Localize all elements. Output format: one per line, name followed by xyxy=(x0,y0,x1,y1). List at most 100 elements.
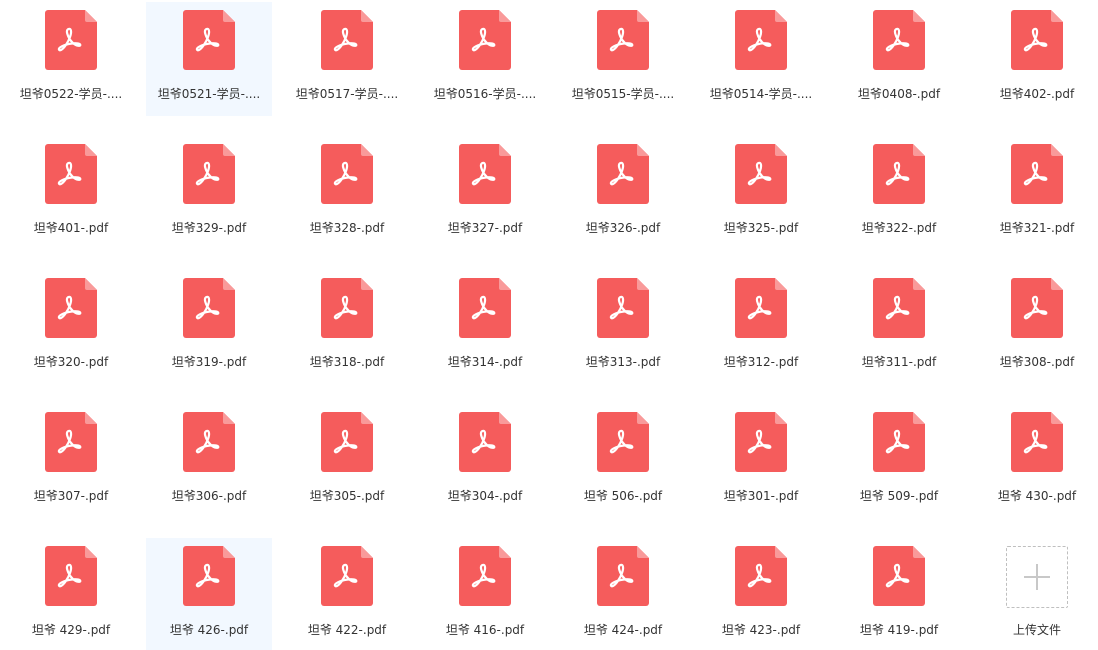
file-name: 坦爷0515-学员-.... xyxy=(571,87,675,101)
pdf-file-icon xyxy=(597,412,649,472)
pdf-file-icon xyxy=(873,144,925,204)
file-tile[interactable]: 坦爷328-.pdf xyxy=(284,136,410,250)
upload-file-button[interactable]: 上传文件 xyxy=(974,538,1098,650)
file-name: 坦爷 430-.pdf xyxy=(997,489,1077,503)
file-name: 坦爷0522-学员-.... xyxy=(19,87,123,101)
pdf-file-icon xyxy=(45,144,97,204)
file-name: 坦爷304-.pdf xyxy=(447,489,523,503)
pdf-file-icon xyxy=(45,546,97,606)
pdf-file-icon xyxy=(873,278,925,338)
file-name: 坦爷329-.pdf xyxy=(171,221,247,235)
pdf-file-icon xyxy=(183,10,235,70)
file-tile[interactable]: 坦爷 416-.pdf xyxy=(422,538,548,650)
pdf-file-icon xyxy=(1011,412,1063,472)
upload-drop-box[interactable] xyxy=(1006,546,1068,608)
file-name: 坦爷328-.pdf xyxy=(309,221,385,235)
file-name: 坦爷0516-学员-.... xyxy=(433,87,537,101)
file-tile[interactable]: 坦爷0515-学员-.... xyxy=(560,2,686,116)
file-tile[interactable]: 坦爷313-.pdf xyxy=(560,270,686,384)
pdf-file-icon xyxy=(321,546,373,606)
file-tile[interactable]: 坦爷0521-学员-.... xyxy=(146,2,272,116)
pdf-file-icon xyxy=(459,144,511,204)
file-tile[interactable]: 坦爷 424-.pdf xyxy=(560,538,686,650)
file-tile[interactable]: 坦爷314-.pdf xyxy=(422,270,548,384)
file-tile[interactable]: 坦爷 423-.pdf xyxy=(698,538,824,650)
file-tile[interactable]: 坦爷329-.pdf xyxy=(146,136,272,250)
pdf-file-icon xyxy=(321,412,373,472)
file-tile[interactable]: 坦爷320-.pdf xyxy=(8,270,134,384)
file-tile[interactable]: 坦爷321-.pdf xyxy=(974,136,1098,250)
file-tile[interactable]: 坦爷305-.pdf xyxy=(284,404,410,518)
file-name: 坦爷321-.pdf xyxy=(999,221,1075,235)
file-tile[interactable]: 坦爷318-.pdf xyxy=(284,270,410,384)
file-grid: 坦爷0522-学员-.... 坦爷0521-学员-.... 坦爷0517-学员-… xyxy=(0,0,1098,650)
pdf-file-icon xyxy=(735,144,787,204)
pdf-file-icon xyxy=(321,278,373,338)
file-tile[interactable]: 坦爷0517-学员-.... xyxy=(284,2,410,116)
file-tile[interactable]: 坦爷0408-.pdf xyxy=(836,2,962,116)
file-tile[interactable]: 坦爷 419-.pdf xyxy=(836,538,962,650)
pdf-file-icon xyxy=(735,412,787,472)
file-name: 坦爷0408-.pdf xyxy=(857,87,941,101)
file-tile[interactable]: 坦爷0516-学员-.... xyxy=(422,2,548,116)
file-name: 坦爷 422-.pdf xyxy=(307,623,387,637)
pdf-file-icon xyxy=(45,412,97,472)
file-tile[interactable]: 坦爷307-.pdf xyxy=(8,404,134,518)
file-name: 坦爷401-.pdf xyxy=(33,221,109,235)
file-name: 坦爷319-.pdf xyxy=(171,355,247,369)
file-name: 坦爷306-.pdf xyxy=(171,489,247,503)
file-tile[interactable]: 坦爷 429-.pdf xyxy=(8,538,134,650)
file-tile[interactable]: 坦爷322-.pdf xyxy=(836,136,962,250)
pdf-file-icon xyxy=(1011,278,1063,338)
pdf-file-icon xyxy=(459,10,511,70)
file-name: 坦爷0517-学员-.... xyxy=(295,87,399,101)
file-name: 坦爷307-.pdf xyxy=(33,489,109,503)
file-tile[interactable]: 坦爷327-.pdf xyxy=(422,136,548,250)
file-tile[interactable]: 坦爷325-.pdf xyxy=(698,136,824,250)
file-name: 坦爷314-.pdf xyxy=(447,355,523,369)
file-tile[interactable]: 坦爷301-.pdf xyxy=(698,404,824,518)
file-name: 坦爷 416-.pdf xyxy=(445,623,525,637)
file-tile[interactable]: 坦爷 422-.pdf xyxy=(284,538,410,650)
plus-icon xyxy=(1024,564,1050,590)
upload-label: 上传文件 xyxy=(1012,623,1061,637)
file-tile[interactable]: 坦爷306-.pdf xyxy=(146,404,272,518)
pdf-file-icon xyxy=(321,144,373,204)
file-name: 坦爷318-.pdf xyxy=(309,355,385,369)
file-tile[interactable]: 坦爷319-.pdf xyxy=(146,270,272,384)
file-name: 坦爷 509-.pdf xyxy=(859,489,939,503)
pdf-file-icon xyxy=(459,278,511,338)
pdf-file-icon xyxy=(597,278,649,338)
file-tile[interactable]: 坦爷326-.pdf xyxy=(560,136,686,250)
file-tile[interactable]: 坦爷 506-.pdf xyxy=(560,404,686,518)
pdf-file-icon xyxy=(45,278,97,338)
file-name: 坦爷402-.pdf xyxy=(999,87,1075,101)
file-tile[interactable]: 坦爷311-.pdf xyxy=(836,270,962,384)
file-tile[interactable]: 坦爷 509-.pdf xyxy=(836,404,962,518)
file-name: 坦爷 424-.pdf xyxy=(583,623,663,637)
pdf-file-icon xyxy=(45,10,97,70)
file-tile[interactable]: 坦爷0514-学员-.... xyxy=(698,2,824,116)
pdf-file-icon xyxy=(459,412,511,472)
pdf-file-icon xyxy=(597,10,649,70)
pdf-file-icon xyxy=(735,546,787,606)
file-tile[interactable]: 坦爷0522-学员-.... xyxy=(8,2,134,116)
pdf-file-icon xyxy=(183,412,235,472)
pdf-file-icon xyxy=(735,278,787,338)
pdf-file-icon xyxy=(183,144,235,204)
pdf-file-icon xyxy=(597,144,649,204)
file-name: 坦爷322-.pdf xyxy=(861,221,937,235)
file-tile[interactable]: 坦爷 430-.pdf xyxy=(974,404,1098,518)
file-tile[interactable]: 坦爷312-.pdf xyxy=(698,270,824,384)
file-tile[interactable]: 坦爷 426-.pdf xyxy=(146,538,272,650)
file-tile[interactable]: 坦爷401-.pdf xyxy=(8,136,134,250)
file-name: 坦爷0514-学员-.... xyxy=(709,87,813,101)
pdf-file-icon xyxy=(1011,10,1063,70)
file-tile[interactable]: 坦爷304-.pdf xyxy=(422,404,548,518)
pdf-file-icon xyxy=(1011,144,1063,204)
file-name: 坦爷 423-.pdf xyxy=(721,623,801,637)
file-tile[interactable]: 坦爷308-.pdf xyxy=(974,270,1098,384)
file-tile[interactable]: 坦爷402-.pdf xyxy=(974,2,1098,116)
file-name: 坦爷311-.pdf xyxy=(861,355,937,369)
file-name: 坦爷312-.pdf xyxy=(723,355,799,369)
